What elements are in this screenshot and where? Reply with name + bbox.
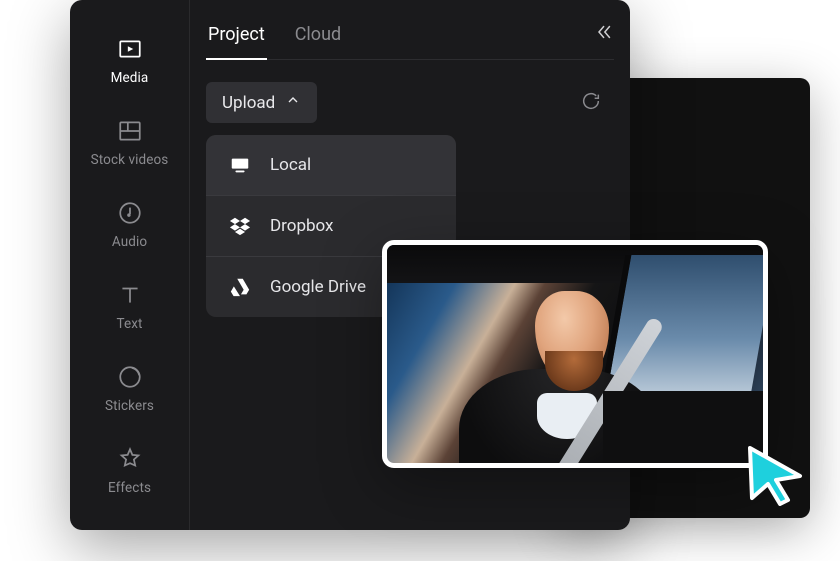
upload-option-local[interactable]: Local <box>206 135 456 195</box>
stock-videos-icon <box>117 118 143 144</box>
refresh-button[interactable] <box>574 84 608 122</box>
sidebar-item-label: Stock videos <box>91 152 169 168</box>
upload-button-label: Upload <box>222 93 275 113</box>
chevron-up-icon <box>285 92 301 113</box>
sidebar-item-media[interactable]: Media <box>70 24 189 106</box>
sidebar-item-label: Audio <box>112 234 147 250</box>
monitor-icon <box>228 153 252 177</box>
menu-item-label: Local <box>270 155 311 175</box>
menu-item-label: Dropbox <box>270 216 334 236</box>
sidebar-item-label: Effects <box>108 480 151 496</box>
text-icon <box>117 282 143 308</box>
sidebar-item-label: Text <box>116 316 142 332</box>
sidebar-item-stickers[interactable]: Stickers <box>70 352 189 434</box>
effects-icon <box>117 446 143 472</box>
collapse-panel-button[interactable] <box>594 22 614 56</box>
sidebar-item-text[interactable]: Text <box>70 270 189 352</box>
toolbar: Upload <box>206 82 614 123</box>
media-thumbnail[interactable] <box>382 240 768 468</box>
upload-button[interactable]: Upload <box>206 82 317 123</box>
menu-item-label: Google Drive <box>270 277 366 297</box>
sidebar-item-label: Stickers <box>105 398 154 414</box>
google-drive-icon <box>228 275 252 299</box>
media-icon <box>117 36 143 62</box>
dropbox-icon <box>228 214 252 238</box>
audio-icon <box>117 200 143 226</box>
sidebar-item-effects[interactable]: Effects <box>70 434 189 516</box>
sidebar-item-audio[interactable]: Audio <box>70 188 189 270</box>
tabs-row: Project Cloud <box>206 18 614 60</box>
cursor-pointer-icon <box>744 442 808 506</box>
tab-project[interactable]: Project <box>206 18 267 59</box>
sidebar-item-label: Media <box>111 70 149 86</box>
sidebar: Media Stock videos Audio Text Stickers <box>70 0 190 530</box>
tab-cloud[interactable]: Cloud <box>293 18 343 59</box>
sidebar-item-stock-videos[interactable]: Stock videos <box>70 106 189 188</box>
stickers-icon <box>117 364 143 390</box>
